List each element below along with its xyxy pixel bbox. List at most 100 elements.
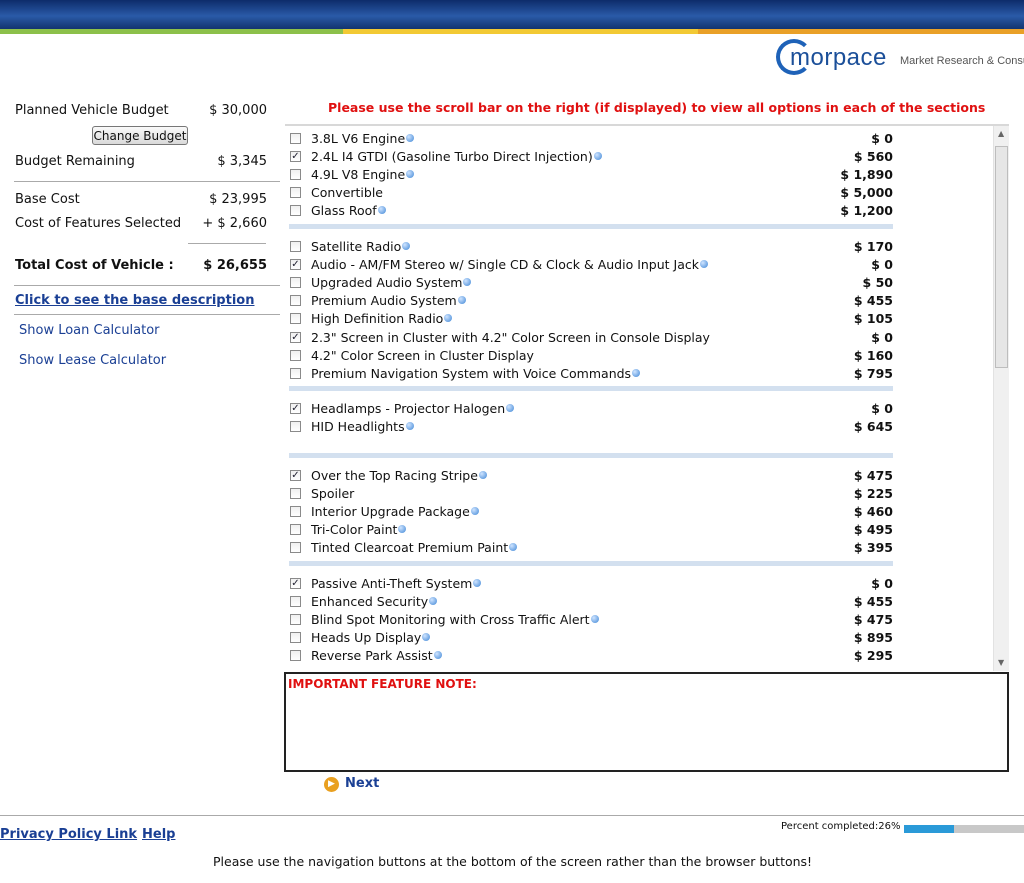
option-row[interactable]: ✓ Audio - AM/FM Stereo w/ Single CD & Clo… xyxy=(285,256,993,274)
option-row[interactable]: Enhanced Security $ 455 xyxy=(285,593,993,611)
option-row[interactable]: Blind Spot Monitoring with Cross Traffic… xyxy=(285,611,993,629)
option-row[interactable]: ✓ 2.3" Screen in Cluster with 4.2" Color … xyxy=(285,329,993,347)
option-price: $ 455 xyxy=(853,293,893,309)
info-icon[interactable] xyxy=(398,525,407,534)
option-checkbox[interactable] xyxy=(290,295,301,307)
option-row[interactable]: Tri-Color Paint $ 495 xyxy=(285,521,993,539)
option-row[interactable]: Interior Upgrade Package $ 460 xyxy=(285,503,993,521)
lease-calculator-link[interactable]: Show Lease Calculator xyxy=(19,353,166,368)
info-icon[interactable] xyxy=(444,314,453,323)
option-checkbox[interactable]: ✓ xyxy=(290,578,301,589)
option-checkbox[interactable] xyxy=(290,524,301,536)
option-price: $ 50 xyxy=(862,275,893,291)
option-row[interactable]: Upgraded Audio System $ 50 xyxy=(285,274,993,292)
option-checkbox[interactable] xyxy=(290,241,301,252)
option-checkbox[interactable] xyxy=(290,349,301,361)
option-checkbox[interactable] xyxy=(290,133,301,144)
scroll-down-icon[interactable]: ▼ xyxy=(998,658,1004,667)
option-row[interactable]: Convertible $ 5,000 xyxy=(285,184,993,202)
option-label-text: Upgraded Audio System xyxy=(311,275,463,291)
info-icon[interactable] xyxy=(457,296,466,305)
option-row[interactable]: Premium Navigation System with Voice Com… xyxy=(285,365,993,383)
change-budget-button[interactable]: Change Budget xyxy=(92,126,188,145)
base-description-link[interactable]: Click to see the base description xyxy=(15,293,254,308)
option-checkbox[interactable] xyxy=(290,421,301,433)
option-checkbox[interactable] xyxy=(290,632,301,644)
info-icon[interactable] xyxy=(406,134,415,142)
loan-calculator-link[interactable]: Show Loan Calculator xyxy=(19,323,160,338)
option-row[interactable]: Reverse Park Assist $ 295 xyxy=(285,647,993,665)
option-checkbox[interactable] xyxy=(290,205,301,217)
option-checkbox[interactable] xyxy=(290,650,301,662)
option-row[interactable]: Heads Up Display $ 895 xyxy=(285,629,993,647)
option-row[interactable]: Spoiler $ 225 xyxy=(285,485,993,503)
option-checkbox[interactable] xyxy=(290,169,301,181)
percent-completed-label: Percent completed:26% xyxy=(781,821,901,832)
option-row[interactable]: Tinted Clearcoat Premium Paint $ 395 xyxy=(285,539,993,557)
option-checkbox[interactable] xyxy=(290,614,301,626)
info-icon[interactable] xyxy=(700,260,708,269)
option-row[interactable]: High Definition Radio $ 105 xyxy=(285,310,993,328)
info-icon[interactable] xyxy=(506,404,515,412)
option-row[interactable]: Satellite Radio $ 170 xyxy=(285,238,993,256)
option-checkbox[interactable]: ✓ xyxy=(290,331,301,343)
option-row[interactable]: ✓ Passive Anti-Theft System $ 0 xyxy=(285,575,993,593)
option-checkbox[interactable]: ✓ xyxy=(290,403,301,414)
option-row[interactable]: 3.8L V6 Engine $ 0 xyxy=(285,130,993,148)
info-icon[interactable] xyxy=(509,543,518,552)
option-label-text: Premium Audio System xyxy=(311,293,457,309)
option-label-text: High Definition Radio xyxy=(311,311,444,327)
info-icon[interactable] xyxy=(377,206,386,215)
info-icon[interactable] xyxy=(433,651,442,660)
next-arrow-icon[interactable]: ▶ xyxy=(324,777,339,792)
option-price: $ 795 xyxy=(853,365,893,381)
options-scrollbar[interactable]: ▲ ▼ xyxy=(993,126,1009,671)
option-checkbox[interactable] xyxy=(290,187,301,199)
option-row[interactable]: Glass Roof $ 1,200 xyxy=(285,202,993,220)
info-icon[interactable] xyxy=(429,597,438,606)
help-link[interactable]: Help xyxy=(142,827,175,842)
option-row[interactable]: ✓ Headlamps - Projector Halogen $ 0 xyxy=(285,400,993,418)
option-checkbox[interactable] xyxy=(290,596,301,608)
option-checkbox[interactable]: ✓ xyxy=(290,470,301,481)
scroll-thumb[interactable] xyxy=(995,146,1008,368)
info-icon[interactable] xyxy=(473,579,482,587)
info-icon[interactable] xyxy=(406,170,415,179)
option-checkbox[interactable]: ✓ xyxy=(290,259,301,271)
option-price: $ 895 xyxy=(853,630,893,646)
info-icon[interactable] xyxy=(590,615,599,624)
option-row[interactable]: 4.9L V8 Engine $ 1,890 xyxy=(285,166,993,184)
option-row[interactable]: HID Headlights $ 645 xyxy=(285,418,993,436)
option-checkbox[interactable] xyxy=(290,367,301,379)
info-icon[interactable] xyxy=(405,422,414,431)
next-label[interactable]: Next xyxy=(345,776,379,791)
option-checkbox[interactable] xyxy=(290,542,301,554)
option-row[interactable]: 4.2" Color Screen in Cluster Display $ 16… xyxy=(285,347,993,365)
option-label-text: 2.4L I4 GTDI (Gasoline Turbo Direct Inje… xyxy=(311,149,593,165)
option-price: $ 170 xyxy=(853,239,893,254)
info-icon[interactable] xyxy=(478,471,487,479)
scroll-notice: Please use the scroll bar on the right (… xyxy=(328,100,986,115)
option-label-text: HID Headlights xyxy=(311,419,405,435)
option-row[interactable]: Premium Audio System $ 455 xyxy=(285,292,993,310)
option-checkbox[interactable] xyxy=(290,506,301,518)
privacy-policy-link[interactable]: Privacy Policy Link xyxy=(0,827,137,842)
info-icon[interactable] xyxy=(422,633,431,642)
options-list[interactable]: 3.8L V6 Engine $ 0 ✓ 2.4L I4 GTDI (Gasoline… xyxy=(285,126,993,671)
scroll-up-icon[interactable]: ▲ xyxy=(998,129,1004,138)
info-icon[interactable] xyxy=(632,368,641,377)
info-icon[interactable] xyxy=(470,507,479,516)
option-row[interactable]: ✓ Over the Top Racing Stripe $ 475 xyxy=(285,467,993,485)
option-row[interactable]: ✓ 2.4L I4 GTDI (Gasoline Turbo Direct Inj… xyxy=(285,148,993,166)
option-checkbox[interactable] xyxy=(290,313,301,325)
progress-bar-fill xyxy=(904,825,955,833)
info-icon[interactable] xyxy=(402,242,411,250)
option-label-text: Interior Upgrade Package xyxy=(311,504,470,520)
option-label-text: Headlamps - Projector Halogen xyxy=(311,401,506,416)
option-checkbox[interactable] xyxy=(290,277,301,289)
option-checkbox[interactable]: ✓ xyxy=(290,151,301,163)
info-icon[interactable] xyxy=(593,152,602,161)
option-checkbox[interactable] xyxy=(290,488,301,500)
info-icon[interactable] xyxy=(463,278,472,287)
option-label-text: Tinted Clearcoat Premium Paint xyxy=(311,540,509,556)
